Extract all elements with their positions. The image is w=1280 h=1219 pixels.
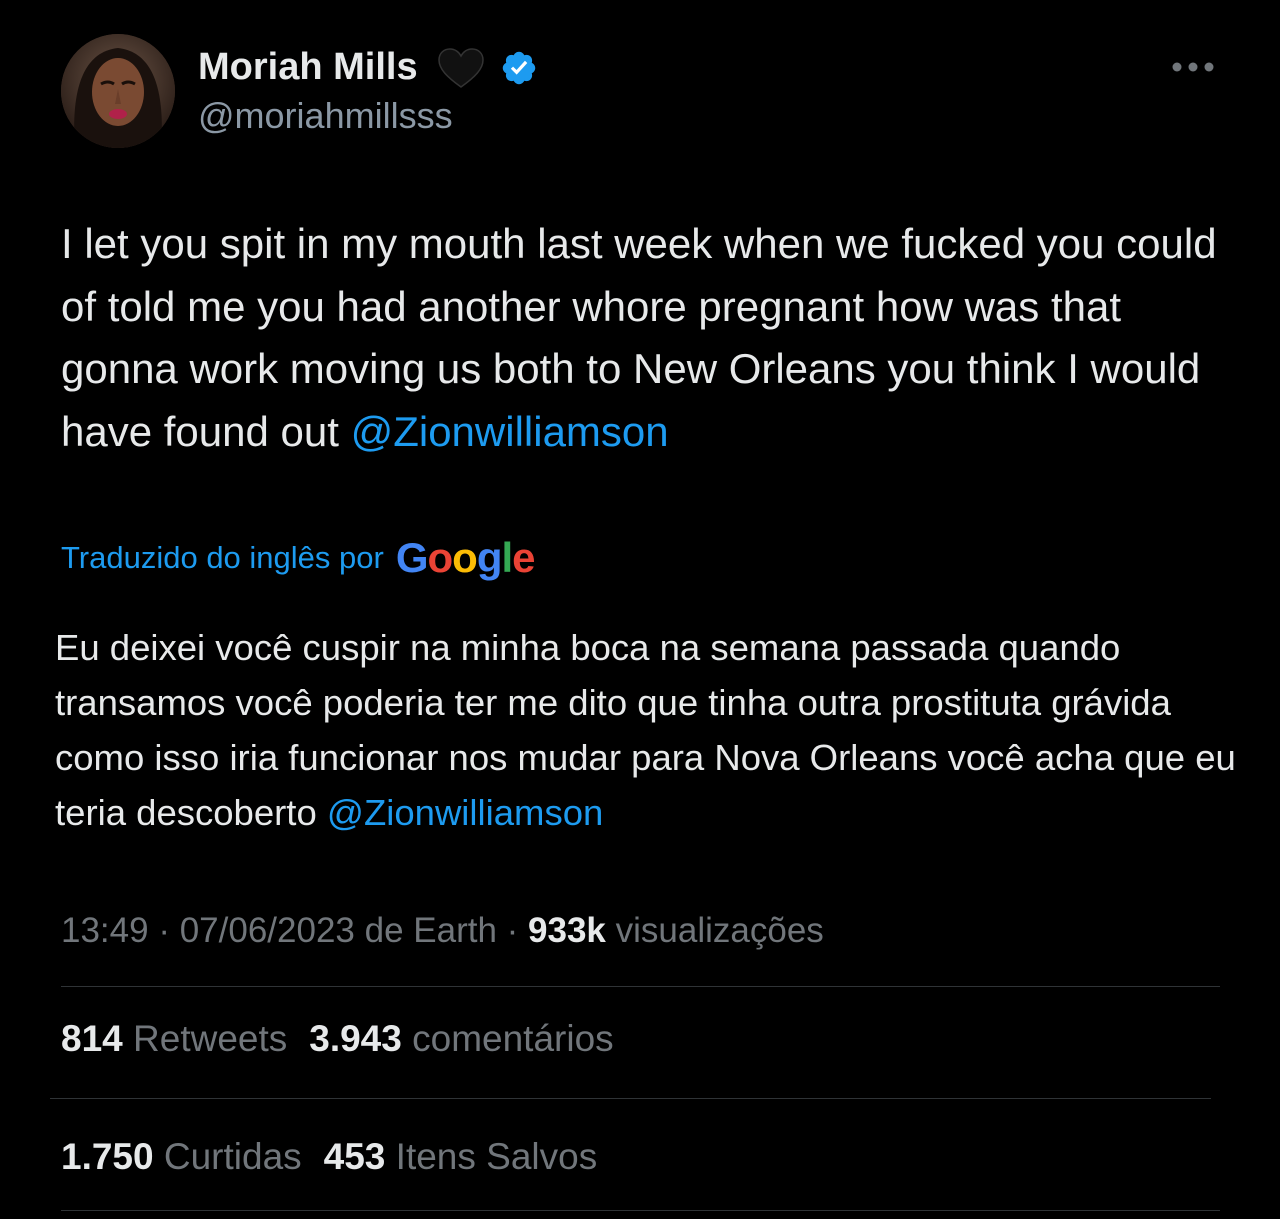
translation-label[interactable]: Traduzido do inglês por [61,540,384,576]
views-label: visualizações [615,911,824,950]
retweets-count: 814 [61,1018,123,1059]
divider [50,1098,1211,1099]
likes-stat[interactable]: 1.750 Curtidas [61,1136,302,1177]
divider [61,1210,1220,1211]
saves-stat[interactable]: 453 Itens Salvos [324,1136,598,1177]
translated-mention-link[interactable]: @Zionwilliamson [327,792,603,833]
tweet-text: I let you spit in my mouth last week whe… [61,213,1231,463]
verified-badge-icon [502,51,536,85]
tweet-meta: 13:49 · 07/06/2023 de Earth · 933k visua… [61,908,824,954]
stats-row-2: 1.750 Curtidas 453 Itens Salvos [61,1134,619,1180]
retweets-label: Retweets [133,1018,288,1059]
comments-count: 3.943 [309,1018,402,1059]
saves-label: Itens Salvos [395,1136,598,1177]
comments-stat[interactable]: 3.943 comentários [309,1018,613,1059]
stats-row-1: 814 Retweets 3.943 comentários [61,1016,636,1062]
likes-count: 1.750 [61,1136,154,1177]
black-heart-icon [438,48,484,88]
avatar-image [61,34,175,148]
user-handle[interactable]: @moriahmillsss [198,94,453,138]
translated-body: Eu deixei você cuspir na minha boca na s… [55,627,1236,833]
likes-label: Curtidas [163,1136,302,1177]
more-horizontal-icon[interactable] [1170,58,1216,76]
retweets-stat[interactable]: 814 Retweets [61,1018,287,1059]
translated-text: Eu deixei você cuspir na minha boca na s… [55,620,1240,840]
views-count: 933k [528,911,606,950]
saves-count: 453 [323,1136,386,1177]
mention-link[interactable]: @Zionwilliamson [351,408,669,455]
comments-label: comentários [412,1018,614,1059]
meta-separator: · [496,911,529,950]
tweet-date[interactable]: 07/06/2023 de Earth [180,911,497,950]
tweet-time[interactable]: 13:49 [61,911,149,950]
display-name[interactable]: Moriah Mills [198,44,418,90]
translation-attribution[interactable]: Traduzido do inglês por Google [61,530,536,586]
meta-separator: · [148,911,180,950]
google-logo: Google [395,534,536,581]
divider [61,986,1220,987]
avatar[interactable] [61,34,175,148]
